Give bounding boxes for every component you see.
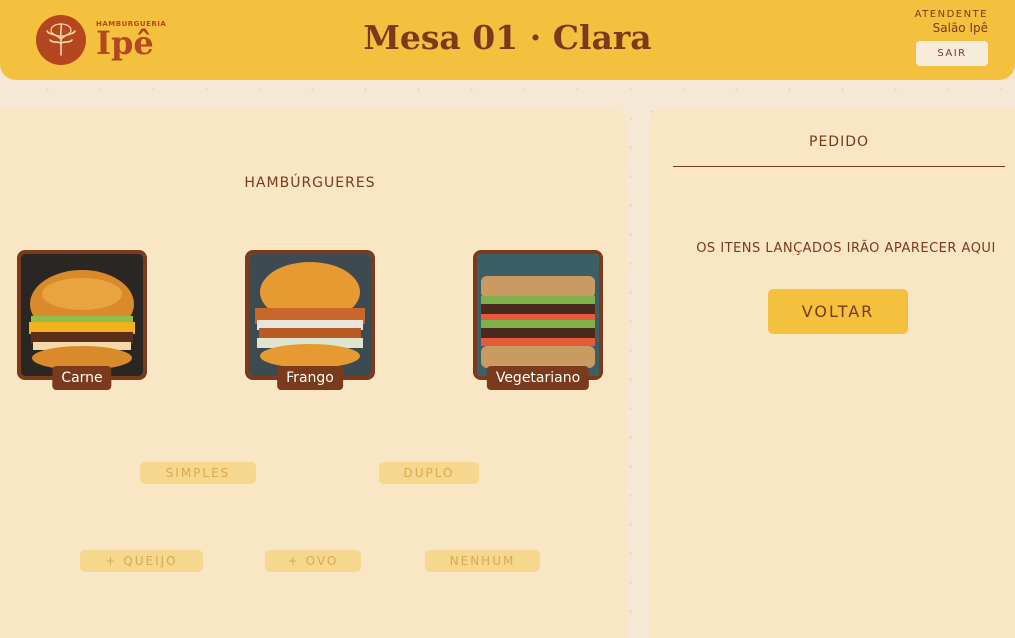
order-panel: PEDIDO OS ITENS LANÇADOS IRÃO APARECER A… [649,107,1015,638]
menu-item-vegetariano[interactable]: Vegetariano [473,250,603,390]
size-option-duplo[interactable]: DUPLO [379,462,479,484]
section-title: HAMBÚRGUERES [244,175,376,191]
menu-item-label: Vegetariano [486,366,590,390]
menu-item-carne[interactable]: Carne [17,250,147,390]
vegetarian-burger-image [473,250,603,380]
order-divider [673,166,1005,167]
extra-option-nenhum[interactable]: NENHUM [425,550,540,572]
size-option-simples[interactable]: SIMPLES [140,462,256,484]
menu-item-label: Carne [52,366,112,390]
order-title: PEDIDO [809,134,869,150]
attendant-name: Salão Ipê [932,21,988,35]
menu-item-frango[interactable]: Frango [245,250,375,390]
chicken-burger-image [245,250,375,380]
menu-panel: HAMBÚRGUERES Carne Frango Vegetariano SI… [0,107,627,638]
attendant-info: ATENDENTE Salão Ipê SAIR [915,9,988,66]
extra-option-queijo[interactable]: + QUEIJO [80,550,203,572]
menu-item-label: Frango [277,366,343,390]
extra-option-ovo[interactable]: + OVO [265,550,361,572]
top-bar: HAMBURGUERIA Ipê Mesa 01 · Clara ATENDEN… [0,0,1015,80]
back-button[interactable]: VOLTAR [768,289,908,334]
order-empty-message: OS ITENS LANÇADOS IRÃO APARECER AQUI [696,241,996,256]
beef-burger-image [17,250,147,380]
logout-button[interactable]: SAIR [916,41,988,66]
attendant-label: ATENDENTE [914,9,988,20]
page-title: Mesa 01 · Clara [363,18,652,57]
